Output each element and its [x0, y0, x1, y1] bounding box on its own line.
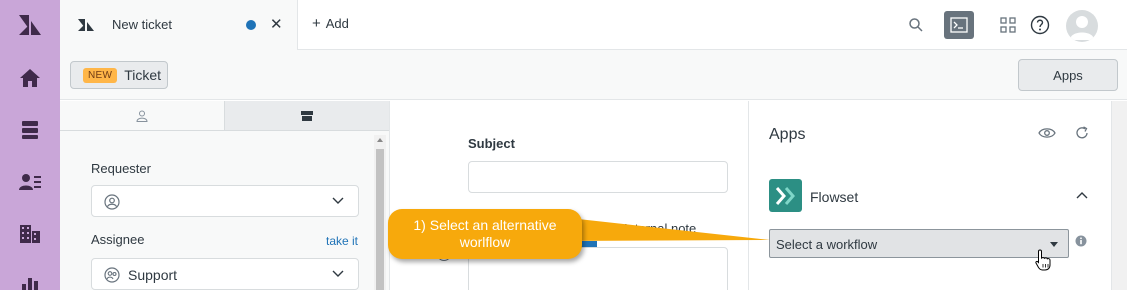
- properties-icon: [301, 110, 313, 121]
- requester-field[interactable]: [91, 185, 359, 217]
- apps-button[interactable]: Apps: [1018, 59, 1118, 91]
- console-button[interactable]: [944, 11, 974, 39]
- home-icon[interactable]: [18, 66, 42, 90]
- ticket-conversation-area: Subject Internal note: [391, 101, 748, 290]
- reporting-icon[interactable]: [18, 272, 42, 290]
- requester-label: Requester: [91, 161, 151, 176]
- help-icon[interactable]: [1028, 13, 1052, 37]
- apps-scrollbar[interactable]: [1111, 101, 1127, 290]
- user-circle-icon: [104, 194, 120, 210]
- instruction-callout: 1) Select an alternative worlflow: [388, 209, 582, 259]
- organizations-icon[interactable]: [18, 222, 42, 246]
- top-bar: New ticket ✕ + Add: [60, 0, 1127, 50]
- customers-icon[interactable]: [18, 170, 42, 194]
- tab-new-ticket[interactable]: New ticket ✕: [60, 0, 298, 50]
- ticket-label: Ticket: [124, 67, 162, 83]
- group-icon: [104, 267, 120, 283]
- assignee-field[interactable]: Support: [91, 258, 359, 290]
- tab-properties[interactable]: [224, 101, 389, 131]
- user-avatar[interactable]: [1066, 10, 1098, 42]
- left-nav-rail: [0, 0, 60, 290]
- scroll-up-arrow-icon[interactable]: [377, 138, 383, 142]
- apps-panel-title: Apps: [769, 126, 806, 143]
- unsaved-dot-icon: [246, 20, 256, 30]
- refresh-icon[interactable]: [1074, 125, 1090, 141]
- properties-scrollbar[interactable]: [374, 135, 386, 290]
- workflow-select[interactable]: Select a workflow: [769, 229, 1069, 258]
- dropdown-arrow-icon: [1050, 242, 1058, 247]
- subject-input[interactable]: [468, 161, 728, 193]
- flowset-logo-icon: [769, 179, 802, 212]
- ticket-properties-panel: Requester Assignee take it Support: [60, 101, 390, 290]
- scrollbar-thumb[interactable]: [376, 149, 384, 290]
- chevron-down-icon: [332, 197, 344, 204]
- apps-panel: Apps Flowset Select a workflow: [748, 101, 1111, 290]
- new-badge: NEW: [83, 67, 118, 83]
- chevron-up-icon[interactable]: [1076, 191, 1088, 199]
- tab-title: New ticket: [112, 17, 172, 32]
- assignee-label: Assignee: [91, 232, 145, 247]
- add-tab-label: Add: [325, 16, 349, 31]
- products-grid-icon[interactable]: [996, 13, 1020, 37]
- ticket-button[interactable]: NEW Ticket: [70, 61, 168, 89]
- hand-cursor-icon: [1035, 249, 1051, 271]
- close-icon[interactable]: ✕: [270, 15, 283, 33]
- take-it-link[interactable]: take it: [326, 234, 358, 248]
- chevron-down-icon: [332, 270, 344, 277]
- search-icon[interactable]: [904, 13, 928, 37]
- zendesk-logo-icon[interactable]: [18, 13, 42, 37]
- app-name: Flowset: [810, 189, 859, 205]
- plus-icon: +: [312, 15, 321, 32]
- info-icon[interactable]: [1075, 235, 1087, 247]
- eye-icon[interactable]: [1038, 127, 1056, 139]
- console-icon: [950, 17, 968, 33]
- views-icon[interactable]: [18, 118, 42, 142]
- workflow-select-value: Select a workflow: [776, 237, 878, 252]
- assignee-value: Support: [128, 267, 178, 283]
- add-tab-button[interactable]: + Add: [312, 16, 349, 31]
- user-icon: [136, 110, 148, 122]
- callout-pointer: [560, 217, 770, 241]
- subject-label: Subject: [468, 136, 515, 151]
- tab-customer[interactable]: [60, 101, 224, 131]
- ticket-header-bar: NEW Ticket Apps: [60, 50, 1127, 100]
- zendesk-tab-icon: [78, 19, 94, 31]
